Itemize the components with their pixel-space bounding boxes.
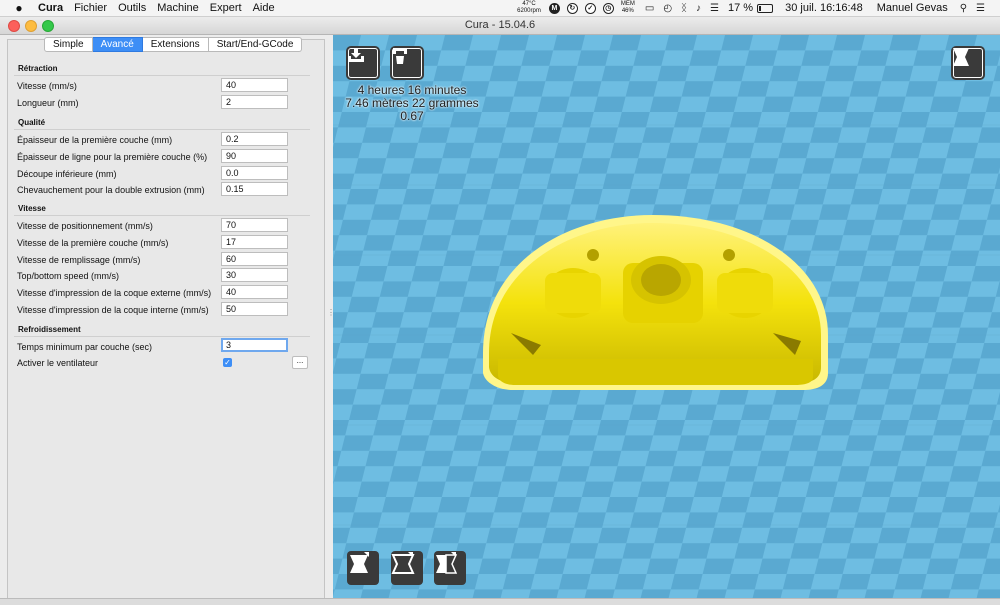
first-layer-thickness-input[interactable]: 0.2 — [221, 132, 288, 146]
window-title-bar: Cura - 15.04.6 — [0, 17, 1000, 35]
section-divider — [14, 75, 310, 76]
sync-icon[interactable]: ↻ — [566, 2, 578, 14]
menu-bar: ● Cura Fichier Outils Machine Expert Aid… — [0, 0, 1000, 17]
section-title-qualite: Qualité — [18, 118, 46, 127]
memory-value: 46% — [621, 8, 634, 14]
tab-simple[interactable]: Simple — [44, 37, 93, 52]
scale-icon — [391, 552, 415, 574]
tab-avance[interactable]: Avancé — [92, 37, 143, 52]
inner-shell-speed-input[interactable]: 50 — [221, 302, 288, 316]
print-button[interactable] — [390, 46, 424, 80]
load-model-icon — [348, 48, 378, 78]
setting-label: Vitesse d'impression de la coque externe… — [17, 288, 212, 298]
notification-center-icon[interactable]: ☰ — [976, 3, 985, 14]
rotate-icon — [350, 552, 369, 573]
print-estimate: 4 heures 16 minutes 7.46 mètres 22 gramm… — [340, 84, 484, 123]
app-menu[interactable]: Cura — [38, 2, 63, 14]
airplay-icon[interactable]: ▭ — [645, 3, 654, 14]
menu-outils[interactable]: Outils — [118, 2, 146, 14]
section-divider — [14, 215, 310, 216]
print-icon — [392, 48, 422, 78]
setting-label: Épaisseur de la première couche (mm) — [17, 135, 173, 145]
min-layer-time-input[interactable]: 3 — [221, 338, 288, 352]
setting-label: Longueur (mm) — [17, 98, 79, 108]
spotlight-search-icon[interactable]: ⚲ — [960, 3, 967, 14]
window-title: Cura - 15.04.6 — [464, 19, 536, 31]
view-mode-button[interactable] — [951, 46, 985, 80]
scale-button[interactable] — [391, 551, 423, 585]
retraction-speed-input[interactable]: 40 — [221, 78, 288, 92]
malwarebytes-icon[interactable]: M — [548, 2, 560, 14]
settings-panel: Simple Avancé Extensions Start/End-GCode… — [7, 37, 325, 599]
section-title-refroidissement: Refroidissement — [18, 325, 81, 334]
setting-label: Chevauchement pour la double extrusion (… — [17, 185, 205, 195]
setting-label: Vitesse de remplissage (mm/s) — [17, 255, 141, 265]
section-divider — [14, 129, 310, 130]
apple-menu-icon[interactable]: ● — [12, 1, 26, 15]
load-model-button[interactable] — [346, 46, 380, 80]
mirror-icon — [436, 552, 458, 574]
user-name[interactable]: Manuel Gevas — [877, 2, 948, 14]
section-divider — [14, 336, 310, 337]
bluetooth-icon[interactable]: ᛝ — [681, 3, 687, 14]
tab-start-end-gcode[interactable]: Start/End-GCode — [208, 37, 303, 52]
retraction-length-input[interactable]: 2 — [221, 95, 288, 109]
setting-label: Vitesse de positionnement (mm/s) — [17, 221, 153, 231]
first-layer-speed-input[interactable]: 17 — [221, 235, 288, 249]
fan-rpm-value: 6200rpm — [517, 8, 541, 14]
outer-shell-speed-input[interactable]: 40 — [221, 285, 288, 299]
setting-label: Top/bottom speed (mm/s) — [17, 271, 120, 281]
dual-extrusion-overlap-input[interactable]: 0.15 — [221, 182, 288, 196]
enable-fan-checkbox[interactable]: ✓ — [223, 358, 232, 367]
time-machine-icon[interactable]: ◴ — [663, 3, 672, 14]
section-title-retraction: Rétraction — [18, 64, 58, 73]
temperature-status[interactable]: 47°C 6200rpm — [517, 1, 541, 15]
memory-status[interactable]: MEM 46% — [621, 1, 635, 15]
setting-label: Activer le ventilateur — [17, 358, 99, 368]
tab-extensions[interactable]: Extensions — [142, 37, 209, 52]
setting-label: Vitesse (mm/s) — [17, 81, 77, 91]
clock[interactable]: 30 juil. 16:16:48 — [785, 2, 863, 14]
mirror-button[interactable] — [434, 551, 466, 585]
cut-off-bottom-input[interactable]: 0.0 — [221, 166, 288, 180]
memory-label: MEM — [620, 1, 635, 7]
setting-label: Vitesse de la première couche (mm/s) — [17, 238, 169, 248]
menu-expert[interactable]: Expert — [210, 2, 242, 14]
menu-machine[interactable]: Machine — [157, 2, 199, 14]
travel-speed-input[interactable]: 70 — [221, 218, 288, 232]
battery-icon[interactable] — [757, 3, 774, 13]
clock-icon[interactable]: ◷ — [602, 2, 614, 14]
setting-label: Épaisseur de ligne pour la première couc… — [17, 152, 208, 162]
setting-label: Découpe inférieure (mm) — [17, 169, 117, 179]
fan-settings-button[interactable]: ... — [292, 356, 308, 369]
check-icon[interactable]: ✓ — [584, 2, 596, 14]
rotate-button[interactable] — [347, 551, 379, 585]
print-cost: 0.67 — [400, 109, 424, 123]
settings-tabs: Simple Avancé Extensions Start/End-GCode — [44, 37, 303, 52]
setting-label: Temps minimum par couche (sec) — [17, 342, 153, 352]
menu-aide[interactable]: Aide — [253, 2, 275, 14]
infill-speed-input[interactable]: 60 — [221, 252, 288, 266]
view-mode-icon — [953, 48, 983, 78]
setting-label: Vitesse d'impression de la coque interne… — [17, 305, 209, 315]
first-layer-width-input[interactable]: 90 — [221, 149, 288, 163]
temperature-value: 47°C — [522, 1, 536, 7]
menu-fichier[interactable]: Fichier — [74, 2, 107, 14]
top-bottom-speed-input[interactable]: 30 — [221, 268, 288, 282]
wifi-icon[interactable]: ☰ — [710, 3, 719, 14]
battery-percent[interactable]: 17 % — [728, 2, 753, 14]
section-title-vitesse: Vitesse — [18, 204, 46, 213]
volume-icon[interactable]: ♪ — [696, 3, 701, 14]
